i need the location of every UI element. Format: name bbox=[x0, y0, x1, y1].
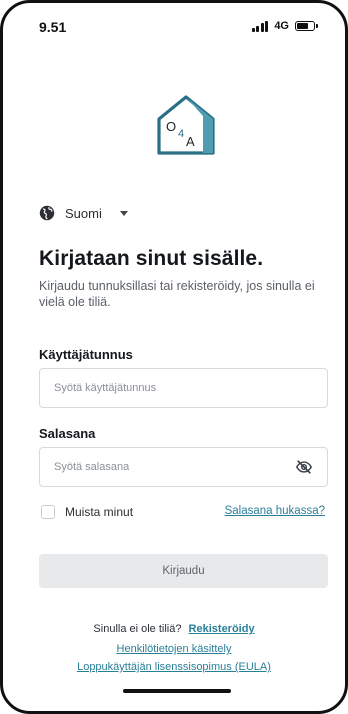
network-type: 4G bbox=[274, 20, 289, 32]
privacy-row: Henkilötietojen käsittely bbox=[3, 643, 345, 655]
app-logo: O 4 A bbox=[157, 95, 215, 155]
page-title: Kirjataan sinut sisälle. bbox=[39, 247, 264, 270]
status-bar: 9.51 4G bbox=[3, 17, 345, 39]
remember-me-label: Muista minut bbox=[65, 505, 134, 519]
register-link[interactable]: Rekisteröidy bbox=[189, 623, 255, 635]
privacy-link[interactable]: Henkilötietojen käsittely bbox=[117, 643, 232, 655]
password-field bbox=[39, 447, 328, 487]
logo-letter-a: A bbox=[186, 134, 195, 149]
phone-screen: 9.51 4G O 4 A Suomi Kirjataan sinut sisä… bbox=[0, 0, 348, 714]
page-subtitle: Kirjaudu tunnuksillasi tai rekisteröidy,… bbox=[39, 279, 315, 309]
status-time: 9.51 bbox=[39, 19, 67, 35]
password-label: Salasana bbox=[39, 426, 96, 441]
battery-level bbox=[297, 23, 309, 29]
status-indicators: 4G bbox=[251, 20, 318, 32]
logo-number-4: 4 bbox=[178, 128, 184, 140]
eye-off-icon[interactable] bbox=[295, 458, 313, 476]
no-account-text: Sinulla ei ole tiliä? bbox=[93, 623, 182, 635]
remember-me-checkbox[interactable] bbox=[41, 505, 55, 519]
username-input[interactable] bbox=[54, 382, 313, 394]
remember-me[interactable]: Muista minut bbox=[41, 505, 133, 519]
signal-icon bbox=[251, 20, 269, 32]
forgot-password-link[interactable]: Salasana hukassa? bbox=[225, 505, 325, 517]
password-input[interactable] bbox=[54, 461, 295, 473]
eula-row: Loppukäyttäjän lisenssisopimus (EULA) bbox=[3, 661, 345, 673]
eula-link[interactable]: Loppukäyttäjän lisenssisopimus (EULA) bbox=[77, 661, 271, 673]
register-prompt: Sinulla ei ole tiliä? Rekisteröidy bbox=[3, 623, 345, 635]
home-indicator bbox=[123, 689, 231, 693]
language-label: Suomi bbox=[65, 205, 102, 221]
chevron-down-icon bbox=[119, 210, 128, 216]
battery-icon bbox=[295, 21, 318, 31]
username-label: Käyttäjätunnus bbox=[39, 347, 133, 362]
language-selector[interactable]: Suomi bbox=[39, 203, 128, 223]
globe-icon bbox=[39, 205, 55, 221]
username-field bbox=[39, 368, 328, 408]
logo-letter-o: O bbox=[166, 119, 176, 134]
login-button[interactable]: Kirjaudu bbox=[39, 554, 328, 588]
